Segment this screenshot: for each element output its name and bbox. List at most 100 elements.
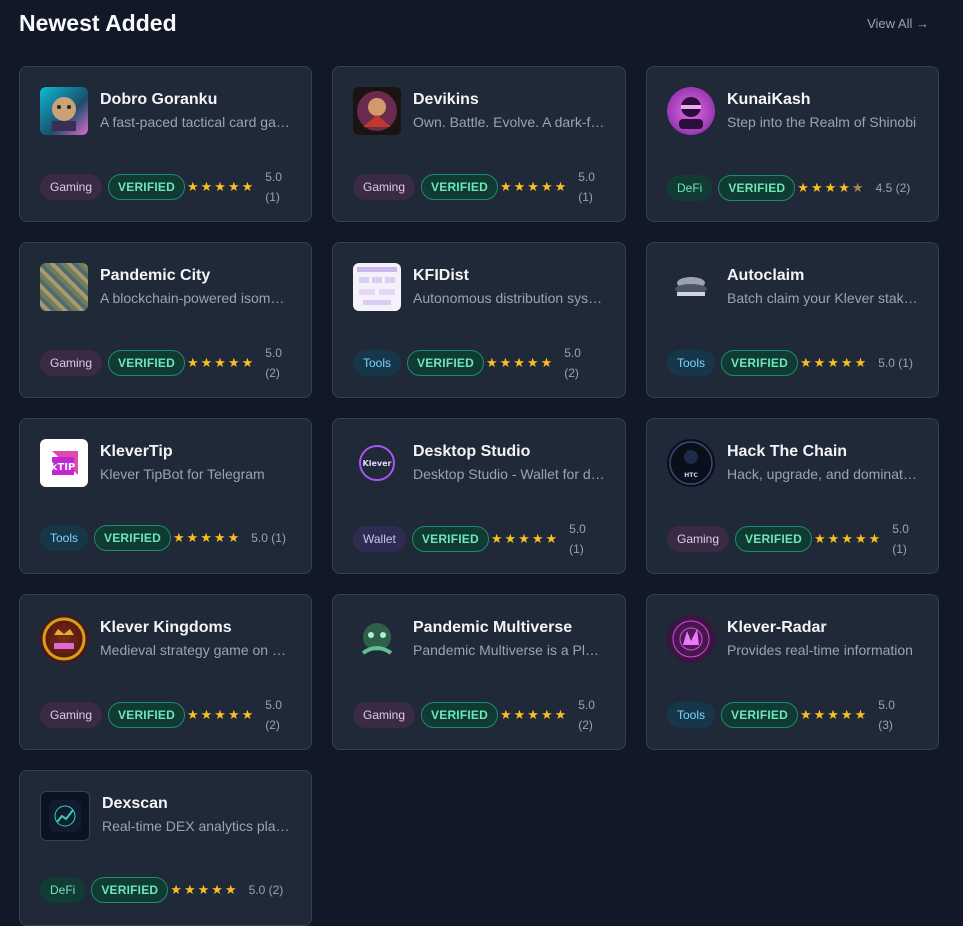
app-card[interactable]: KunaiKash Step into the Realm of Shinobi… — [646, 66, 939, 222]
verified-badge: VERIFIED — [108, 702, 185, 728]
hack-the-chain-logo-text: HTC — [684, 472, 698, 479]
section-header: Newest Added View All → — [19, 8, 929, 38]
star-rating-icon: ★★★★★ — [485, 355, 555, 370]
category-badge: Gaming — [667, 526, 730, 552]
app-description: Pandemic Multiverse is a Play-to-Earn — [413, 642, 605, 658]
app-name: Pandemic Multiverse — [413, 619, 573, 636]
star-rating-icon: ★★★★★ — [172, 530, 242, 545]
app-name: KFIDist — [413, 267, 469, 284]
klevertip-logo-icon: kTIP — [40, 439, 88, 487]
star-rating-icon: ★★★★★ — [499, 179, 569, 194]
verified-badge: VERIFIED — [735, 526, 812, 552]
rating-text: 4.5 (2) — [875, 181, 911, 195]
category-badge: DeFi — [667, 175, 713, 201]
star-rating-icon: ★★★★★ — [186, 179, 256, 194]
verified-badge: VERIFIED — [421, 702, 498, 728]
app-description: Autonomous distribution system — [413, 290, 605, 306]
app-description: Step into the Realm of Shinobi — [727, 114, 917, 130]
category-badge: Wallet — [353, 526, 406, 552]
app-description: Klever TipBot for Telegram — [100, 466, 265, 482]
rating-text: 5.0 (2) — [265, 346, 282, 380]
category-badge: Gaming — [40, 174, 103, 200]
dexscan-logo-icon — [40, 791, 90, 841]
app-card[interactable]: Devikins Own. Battle. Evolve. A dark-fan… — [332, 66, 626, 222]
rating-text: 5.0 (2) — [248, 883, 284, 897]
app-description: Real-time DEX analytics platform — [102, 818, 291, 834]
verified-badge: VERIFIED — [411, 526, 489, 552]
rating-text: 5.0 (1) — [892, 522, 909, 556]
klever-kingdoms-logo-icon — [40, 615, 88, 663]
verified-badge: VERIFIED — [94, 525, 171, 551]
category-badge: Gaming — [353, 174, 416, 200]
app-grid: Dobro Goranku A fast-paced tactical card… — [19, 66, 939, 926]
rating-text: 5.0 (1) — [251, 531, 286, 545]
desktop-studio-logo-icon: Klever — [353, 439, 401, 487]
app-card[interactable]: kTIP KleverTip Klever TipBot for Telegra… — [19, 418, 312, 574]
app-description: A blockchain-powered isometric city — [100, 290, 291, 306]
app-card[interactable]: Dexscan Real-time DEX analytics platform… — [19, 770, 312, 926]
category-badge: Tools — [667, 702, 716, 728]
app-description: Medieval strategy game on Klever — [100, 642, 291, 658]
star-rating-icon: ★★★★★ — [490, 531, 560, 546]
app-card[interactable]: Klever-Radar Provides real-time informat… — [646, 594, 939, 750]
app-name: Devikins — [413, 91, 479, 108]
rating-text: 5.0 (2) — [564, 346, 581, 380]
star-rating-icon: ★★★★★ — [797, 180, 866, 195]
app-description: Batch claim your Klever staking rewards — [727, 290, 918, 306]
devikins-logo-icon — [353, 87, 401, 135]
app-name: Klever Kingdoms — [100, 619, 232, 636]
app-card[interactable]: Pandemic Multiverse Pandemic Multiverse … — [332, 594, 626, 750]
klevertip-logo-text: kTIP — [51, 462, 76, 473]
verified-badge: VERIFIED — [718, 175, 796, 201]
verified-badge: VERIFIED — [91, 877, 169, 903]
rating-text: 5.0 (3) — [878, 698, 895, 732]
category-badge: Tools — [667, 350, 716, 376]
view-all-link[interactable]: View All → — [867, 16, 929, 31]
hack-the-chain-logo-icon: HTC — [667, 439, 715, 487]
star-rating-icon: ★★★★★ — [799, 355, 869, 370]
verified-badge: VERIFIED — [721, 350, 798, 376]
category-badge: DeFi — [40, 877, 86, 903]
klever-radar-logo-icon — [667, 615, 715, 663]
verified-badge: VERIFIED — [421, 174, 498, 200]
app-card[interactable]: Klever Desktop Studio Desktop Studio - W… — [332, 418, 626, 574]
kunaikash-logo-icon — [667, 87, 715, 135]
app-name: Dobro Goranku — [100, 91, 218, 108]
kfidist-logo-icon — [353, 263, 401, 311]
verified-badge: VERIFIED — [407, 350, 484, 376]
app-card[interactable]: Autoclaim Batch claim your Klever stakin… — [646, 242, 939, 398]
category-badge: Gaming — [40, 350, 103, 376]
app-card[interactable]: Klever Kingdoms Medieval strategy game o… — [19, 594, 312, 750]
app-description: Provides real-time information — [727, 642, 913, 658]
app-name: KleverTip — [100, 443, 173, 460]
app-description: Own. Battle. Evolve. A dark-fantasy RPG — [413, 114, 605, 130]
pandemic-city-logo-icon — [40, 263, 88, 311]
app-description: Desktop Studio - Wallet for desktop — [413, 466, 605, 482]
star-rating-icon: ★★★★★ — [186, 355, 256, 370]
rating-text: 5.0 (1) — [265, 170, 282, 204]
category-badge: Gaming — [353, 702, 416, 728]
app-card[interactable]: Dobro Goranku A fast-paced tactical card… — [19, 66, 312, 222]
app-name: Dexscan — [102, 795, 168, 812]
app-card[interactable]: KFIDist Autonomous distribution system T… — [332, 242, 626, 398]
category-badge: Tools — [353, 350, 402, 376]
star-rating-icon: ★★★★★ — [186, 707, 256, 722]
pandemic-multiverse-logo-icon — [353, 615, 401, 663]
app-name: Desktop Studio — [413, 443, 531, 460]
rating-text: 5.0 (1) — [569, 522, 586, 556]
verified-badge: VERIFIED — [108, 174, 185, 200]
rating-text: 5.0 (1) — [878, 356, 913, 370]
app-card[interactable]: Pandemic City A blockchain-powered isome… — [19, 242, 312, 398]
star-rating-icon: ★★★★★ — [499, 707, 569, 722]
category-badge: Tools — [40, 525, 89, 551]
desktop-studio-logo-text: Klever — [363, 459, 392, 468]
rating-text: 5.0 (2) — [265, 698, 282, 732]
star-rating-icon: ★★★★★ — [170, 882, 239, 897]
section-title: Newest Added — [19, 9, 177, 36]
app-name: Hack The Chain — [727, 443, 848, 460]
app-card[interactable]: HTC Hack The Chain Hack, upgrade, and do… — [646, 418, 939, 574]
rating-text: 5.0 (2) — [578, 698, 595, 732]
app-name: KunaiKash — [727, 91, 811, 108]
verified-badge: VERIFIED — [721, 702, 798, 728]
app-description: Hack, upgrade, and dominate the chain — [727, 466, 918, 482]
